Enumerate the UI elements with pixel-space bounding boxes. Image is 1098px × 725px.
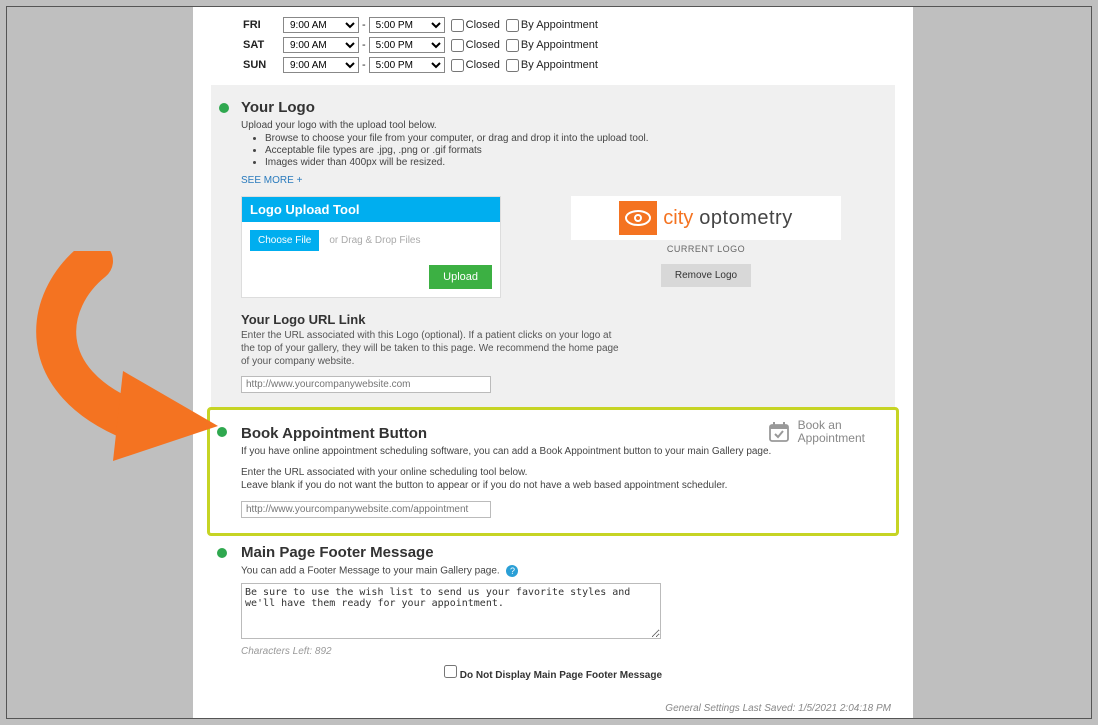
book-preview-text: Book an Appointment	[798, 419, 865, 445]
logo-url-help: Enter the URL associated with this Logo …	[241, 329, 621, 368]
calendar-check-icon	[768, 421, 790, 443]
book-preview: Book an Appointment	[768, 419, 865, 445]
logo-url-title: Your Logo URL Link	[241, 312, 873, 327]
logo-brand-text: optometry	[699, 207, 792, 230]
dont-display-label: Do Not Display Main Page Footer Message	[460, 670, 662, 681]
footer-help-text: You can add a Footer Message to your mai…	[241, 565, 873, 577]
current-logo-image: city optometry	[571, 196, 841, 240]
by-appointment-checkbox[interactable]	[506, 39, 519, 52]
open-time-select[interactable]: 9:00 AM	[283, 57, 359, 73]
current-logo-panel: city optometry CURRENT LOGO Remove Logo	[551, 196, 861, 298]
status-dot-icon	[217, 427, 227, 437]
chars-left-label: Characters Left: 892	[241, 646, 873, 657]
eye-logo-icon	[619, 201, 657, 235]
close-time-select[interactable]: 5:00 PM	[369, 57, 445, 73]
drag-drop-text: or Drag & Drop Files	[329, 235, 420, 246]
logo-brand-text: city	[663, 207, 693, 230]
day-label: SAT	[243, 39, 283, 51]
upload-tool-header: Logo Upload Tool	[242, 197, 500, 222]
your-logo-section: Your Logo Upload your logo with the uplo…	[211, 85, 895, 407]
footer-message-section: Main Page Footer Message You can add a F…	[211, 536, 895, 695]
closed-checkbox[interactable]	[451, 59, 464, 72]
see-more-link[interactable]: SEE MORE +	[241, 175, 302, 186]
app-frame: FRI 9:00 AM - 5:00 PM Closed By Appointm…	[6, 6, 1092, 719]
book-appointment-wrapper: Book an Appointment Book Appointment But…	[211, 411, 895, 532]
status-dot-icon	[219, 103, 229, 113]
logo-bullet: Acceptable file types are .jpg, .png or …	[265, 145, 873, 156]
close-time-select[interactable]: 5:00 PM	[369, 17, 445, 33]
day-label: FRI	[243, 19, 283, 31]
logo-url-input[interactable]	[241, 376, 491, 393]
book-line1: If you have online appointment schedulin…	[241, 446, 873, 457]
hours-row-fri: FRI 9:00 AM - 5:00 PM Closed By Appointm…	[243, 17, 913, 33]
logo-bullet: Images wider than 400px will be resized.	[265, 157, 873, 168]
last-saved-label: General Settings Last Saved: 1/5/2021 2:…	[193, 703, 891, 714]
closed-checkbox[interactable]	[451, 39, 464, 52]
status-dot-icon	[217, 548, 227, 558]
open-time-select[interactable]: 9:00 AM	[283, 37, 359, 53]
footer-message-textarea[interactable]: Be sure to use the wish list to send us …	[241, 583, 661, 639]
upload-button[interactable]: Upload	[429, 265, 492, 289]
logo-bullet: Browse to choose your file from your com…	[265, 133, 873, 144]
close-time-select[interactable]: 5:00 PM	[369, 37, 445, 53]
day-label: SUN	[243, 59, 283, 71]
by-appointment-checkbox[interactable]	[506, 19, 519, 32]
logo-intro-text: Upload your logo with the upload tool be…	[241, 120, 873, 131]
dont-display-row: Do Not Display Main Page Footer Message	[233, 665, 873, 681]
hours-row-sat: SAT 9:00 AM - 5:00 PM Closed By Appointm…	[243, 37, 913, 53]
current-logo-label: CURRENT LOGO	[551, 244, 861, 254]
remove-logo-button[interactable]: Remove Logo	[661, 264, 751, 287]
open-time-select[interactable]: 9:00 AM	[283, 17, 359, 33]
help-icon[interactable]: ?	[506, 565, 518, 577]
book-url-input[interactable]	[241, 501, 491, 518]
upload-tool-body: Choose File or Drag & Drop Files	[242, 222, 500, 259]
dont-display-checkbox[interactable]	[444, 665, 457, 678]
book-line3: Leave blank if you do not want the butto…	[241, 480, 873, 491]
choose-file-button[interactable]: Choose File	[250, 230, 319, 251]
footer-title: Main Page Footer Message	[241, 544, 873, 561]
closed-checkbox[interactable]	[451, 19, 464, 32]
your-logo-title: Your Logo	[241, 99, 873, 116]
content-page: FRI 9:00 AM - 5:00 PM Closed By Appointm…	[193, 7, 913, 718]
logo-upload-tool: Logo Upload Tool Choose File or Drag & D…	[241, 196, 501, 298]
upload-row: Logo Upload Tool Choose File or Drag & D…	[241, 196, 873, 298]
book-line2: Enter the URL associated with your onlin…	[241, 467, 873, 478]
logo-bullets: Browse to choose your file from your com…	[265, 133, 873, 168]
hours-row-sun: SUN 9:00 AM - 5:00 PM Closed By Appointm…	[243, 57, 913, 73]
by-appointment-checkbox[interactable]	[506, 59, 519, 72]
